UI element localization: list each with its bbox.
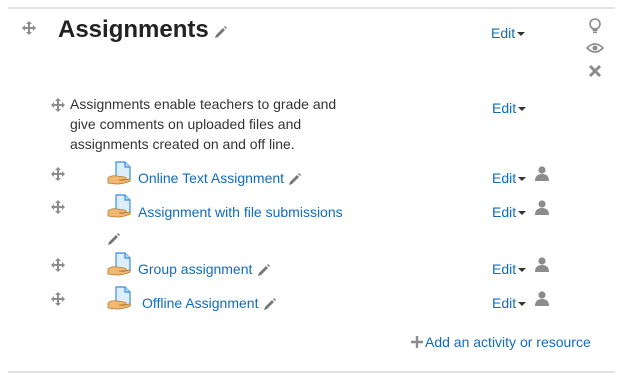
pencil-icon[interactable] — [288, 172, 302, 186]
caret-down-icon — [518, 268, 527, 273]
plus-icon — [411, 336, 423, 348]
assignment-icon — [107, 286, 131, 310]
person-icon[interactable] — [535, 166, 549, 181]
move-icon[interactable] — [51, 167, 65, 181]
assignment-icon — [107, 161, 131, 185]
pencil-icon[interactable] — [214, 25, 228, 39]
assignment-icon — [107, 194, 131, 218]
person-icon[interactable] — [535, 291, 549, 306]
close-icon[interactable] — [588, 64, 602, 78]
caret-down-icon — [517, 32, 526, 37]
summary-edit-menu[interactable]: Edit — [492, 100, 527, 116]
move-icon[interactable] — [51, 292, 65, 306]
bottom-divider — [8, 371, 615, 373]
move-icon[interactable] — [51, 258, 65, 272]
caret-down-icon — [518, 177, 527, 182]
section-edit-menu[interactable]: Edit — [491, 25, 526, 41]
activity-link[interactable]: Offline Assignment — [142, 295, 258, 311]
caret-down-icon — [518, 302, 527, 307]
activity-link[interactable]: Group assignment — [138, 261, 252, 277]
pencil-icon[interactable] — [107, 232, 121, 246]
eye-icon[interactable] — [586, 42, 604, 54]
pencil-icon[interactable] — [263, 297, 277, 311]
pencil-icon[interactable] — [257, 263, 271, 277]
assignment-icon — [107, 252, 131, 276]
top-divider — [8, 7, 615, 9]
activity-link[interactable]: Online Text Assignment — [138, 170, 284, 186]
lightbulb-icon[interactable] — [588, 18, 602, 34]
activity-edit-menu[interactable]: Edit — [492, 261, 527, 277]
section-summary: Assignments enable teachers to grade and… — [70, 96, 337, 152]
activity-link[interactable]: Assignment with file submissions — [138, 204, 343, 220]
add-activity-link[interactable]: Add an activity or resource — [411, 334, 591, 350]
move-icon[interactable] — [51, 200, 65, 214]
person-icon[interactable] — [535, 200, 549, 215]
activity-edit-menu[interactable]: Edit — [492, 204, 527, 220]
person-icon[interactable] — [535, 257, 549, 272]
move-icon[interactable] — [22, 21, 36, 35]
caret-down-icon — [518, 211, 527, 216]
caret-down-icon — [518, 107, 527, 112]
activity-edit-menu[interactable]: Edit — [492, 295, 527, 311]
move-icon[interactable] — [51, 98, 65, 112]
activity-edit-menu[interactable]: Edit — [492, 170, 527, 186]
section-title: Assignments — [58, 16, 209, 43]
